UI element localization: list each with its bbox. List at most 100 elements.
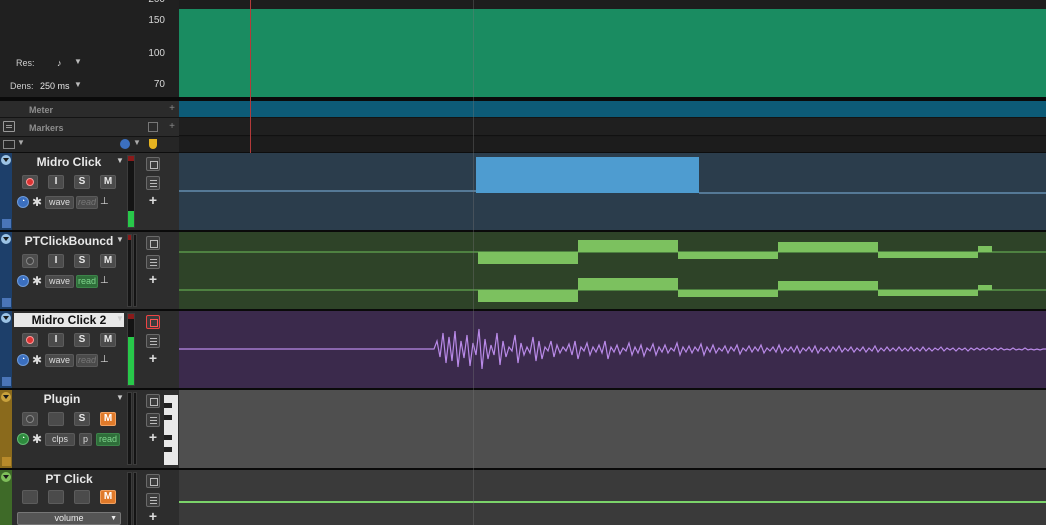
collapse-icon[interactable] bbox=[1, 234, 11, 244]
collapse-icon[interactable] bbox=[1, 472, 11, 482]
track-lane-pt-click[interactable] bbox=[179, 470, 1046, 525]
mute-button[interactable]: M bbox=[100, 412, 116, 426]
markers-ruler-lane[interactable] bbox=[179, 118, 1046, 136]
track-name-dropdown-icon[interactable]: ▼ bbox=[116, 156, 124, 165]
empty-button[interactable] bbox=[74, 490, 90, 504]
markers-list-icon[interactable] bbox=[3, 121, 15, 132]
solo-button[interactable]: S bbox=[74, 333, 90, 347]
stereo-pan-icon[interactable]: ⊥ bbox=[100, 275, 109, 286]
track-view-selector[interactable]: clps bbox=[45, 433, 75, 446]
record-enable-button[interactable] bbox=[22, 254, 38, 268]
playlist-view-button[interactable] bbox=[146, 394, 160, 408]
track-name[interactable]: PTClickBouncd bbox=[14, 234, 124, 248]
patch-selector[interactable]: p bbox=[79, 433, 92, 446]
elastic-audio-icon[interactable]: ✱ bbox=[31, 275, 43, 288]
tempo-graph[interactable] bbox=[179, 9, 1046, 97]
track-header-plugin[interactable]: Plugin ▼ S M ◔ ✱ clps p read + bbox=[0, 390, 179, 470]
collapse-icon[interactable] bbox=[1, 155, 11, 165]
track-size-icon[interactable] bbox=[2, 457, 11, 466]
mute-button[interactable]: M bbox=[100, 254, 116, 268]
playlist-view-button[interactable] bbox=[146, 236, 160, 250]
playlist-view-button[interactable] bbox=[146, 474, 160, 488]
playlist-list-button[interactable] bbox=[146, 413, 160, 427]
timebase-dropdown-icon[interactable]: ▼ bbox=[133, 138, 141, 147]
collapse-icon[interactable] bbox=[1, 313, 11, 323]
empty-button[interactable] bbox=[48, 490, 64, 504]
dens-dropdown-icon[interactable]: ▼ bbox=[74, 80, 82, 89]
marker-flag-icon[interactable] bbox=[149, 139, 157, 149]
playlist-list-button[interactable] bbox=[146, 493, 160, 507]
piano-black-key[interactable] bbox=[164, 403, 172, 408]
track-header-midro-click-2[interactable]: Midro Click 2 ▼ I S M ◔ ✱ wave read ⊥ + bbox=[0, 311, 179, 390]
track-view-selector[interactable]: wave bbox=[45, 354, 74, 367]
track-view-selector[interactable]: wave bbox=[45, 275, 74, 288]
automation-mode-selector[interactable]: read bbox=[96, 433, 120, 446]
mini-keyboard[interactable] bbox=[164, 395, 178, 465]
piano-black-key[interactable] bbox=[164, 415, 172, 420]
playlist-list-button[interactable] bbox=[146, 334, 160, 348]
timebase-icon[interactable]: ◔ bbox=[17, 196, 29, 208]
meter-add-icon[interactable]: + bbox=[169, 103, 175, 114]
track-name[interactable]: Plugin bbox=[14, 392, 110, 406]
input-monitor-button[interactable]: I bbox=[48, 333, 64, 347]
markers-view-icon[interactable] bbox=[148, 122, 158, 132]
automation-mode-selector[interactable]: read bbox=[76, 196, 98, 209]
track-lane-ptclickbouncd[interactable] bbox=[179, 232, 1046, 311]
empty-button[interactable] bbox=[22, 490, 38, 504]
elastic-audio-icon[interactable]: ✱ bbox=[31, 354, 43, 367]
playlist-view-button[interactable] bbox=[146, 157, 160, 171]
input-monitor-button[interactable]: I bbox=[48, 254, 64, 268]
add-lane-button[interactable]: + bbox=[146, 351, 160, 366]
record-enable-button[interactable] bbox=[22, 412, 38, 426]
timebase-icon[interactable]: ◔ bbox=[17, 275, 29, 287]
solo-button[interactable]: S bbox=[74, 412, 90, 426]
track-size-icon[interactable] bbox=[2, 377, 11, 386]
track-list-dropdown-icon[interactable]: ▼ bbox=[17, 138, 25, 147]
track-name-dropdown-icon[interactable]: ▼ bbox=[116, 235, 124, 244]
piano-black-key[interactable] bbox=[164, 447, 172, 452]
mute-button[interactable]: M bbox=[100, 175, 116, 189]
track-name-dropdown-icon[interactable]: ▼ bbox=[116, 393, 124, 402]
automation-mode-selector[interactable]: read bbox=[76, 354, 98, 367]
markers-add-icon[interactable]: + bbox=[169, 121, 175, 132]
tempo-ruler-lane[interactable] bbox=[179, 0, 1046, 97]
timebase-icon[interactable]: ◔ bbox=[17, 354, 29, 366]
input-monitor-button[interactable]: I bbox=[48, 175, 64, 189]
mute-button[interactable]: M bbox=[100, 333, 116, 347]
add-lane-button[interactable]: + bbox=[146, 430, 160, 445]
dens-value[interactable]: 250 ms bbox=[40, 81, 70, 91]
track-header-ptclickbouncd[interactable]: PTClickBouncd ▼ I S M ◔ ✱ wave read ⊥ + bbox=[0, 232, 179, 311]
input-monitor-button-empty[interactable] bbox=[48, 412, 64, 426]
track-lane-midro-click[interactable] bbox=[179, 153, 1046, 232]
stereo-pan-icon[interactable]: ⊥ bbox=[100, 196, 109, 207]
add-lane-button[interactable]: + bbox=[146, 193, 160, 208]
playlist-view-button[interactable] bbox=[146, 315, 160, 329]
piano-black-key[interactable] bbox=[164, 435, 172, 440]
add-lane-button[interactable]: + bbox=[146, 272, 160, 287]
stereo-pan-icon[interactable]: ⊥ bbox=[100, 354, 109, 365]
record-enable-button[interactable] bbox=[22, 333, 38, 347]
track-name[interactable]: Midro Click bbox=[14, 155, 124, 169]
elastic-audio-icon[interactable]: ✱ bbox=[31, 196, 43, 209]
track-list-icon[interactable] bbox=[3, 140, 15, 149]
timebase-icon[interactable] bbox=[120, 139, 130, 149]
solo-button[interactable]: S bbox=[74, 254, 90, 268]
track-name[interactable]: PT Click bbox=[14, 472, 124, 486]
timebase-icon[interactable]: ◔ bbox=[17, 433, 29, 445]
elastic-audio-icon[interactable]: ✱ bbox=[31, 433, 43, 446]
add-lane-button[interactable]: + bbox=[146, 509, 160, 524]
track-view-selector[interactable]: wave bbox=[45, 196, 74, 209]
mute-button[interactable]: M bbox=[100, 490, 116, 504]
playlist-list-button[interactable] bbox=[146, 176, 160, 190]
track-size-icon[interactable] bbox=[2, 298, 11, 307]
meter-ruler-lane[interactable] bbox=[179, 101, 1046, 118]
res-dropdown-icon[interactable]: ▼ bbox=[74, 57, 82, 66]
record-enable-button[interactable] bbox=[22, 175, 38, 189]
automation-mode-selector[interactable]: read bbox=[76, 275, 98, 288]
collapse-icon[interactable] bbox=[1, 392, 11, 402]
track-name[interactable]: Midro Click 2 bbox=[14, 313, 124, 327]
track-size-icon[interactable] bbox=[2, 219, 11, 228]
playhead-cursor[interactable] bbox=[250, 0, 251, 153]
track-name-dropdown-icon[interactable]: ▼ bbox=[116, 314, 124, 323]
track-lane-midro-click-2[interactable] bbox=[179, 311, 1046, 390]
